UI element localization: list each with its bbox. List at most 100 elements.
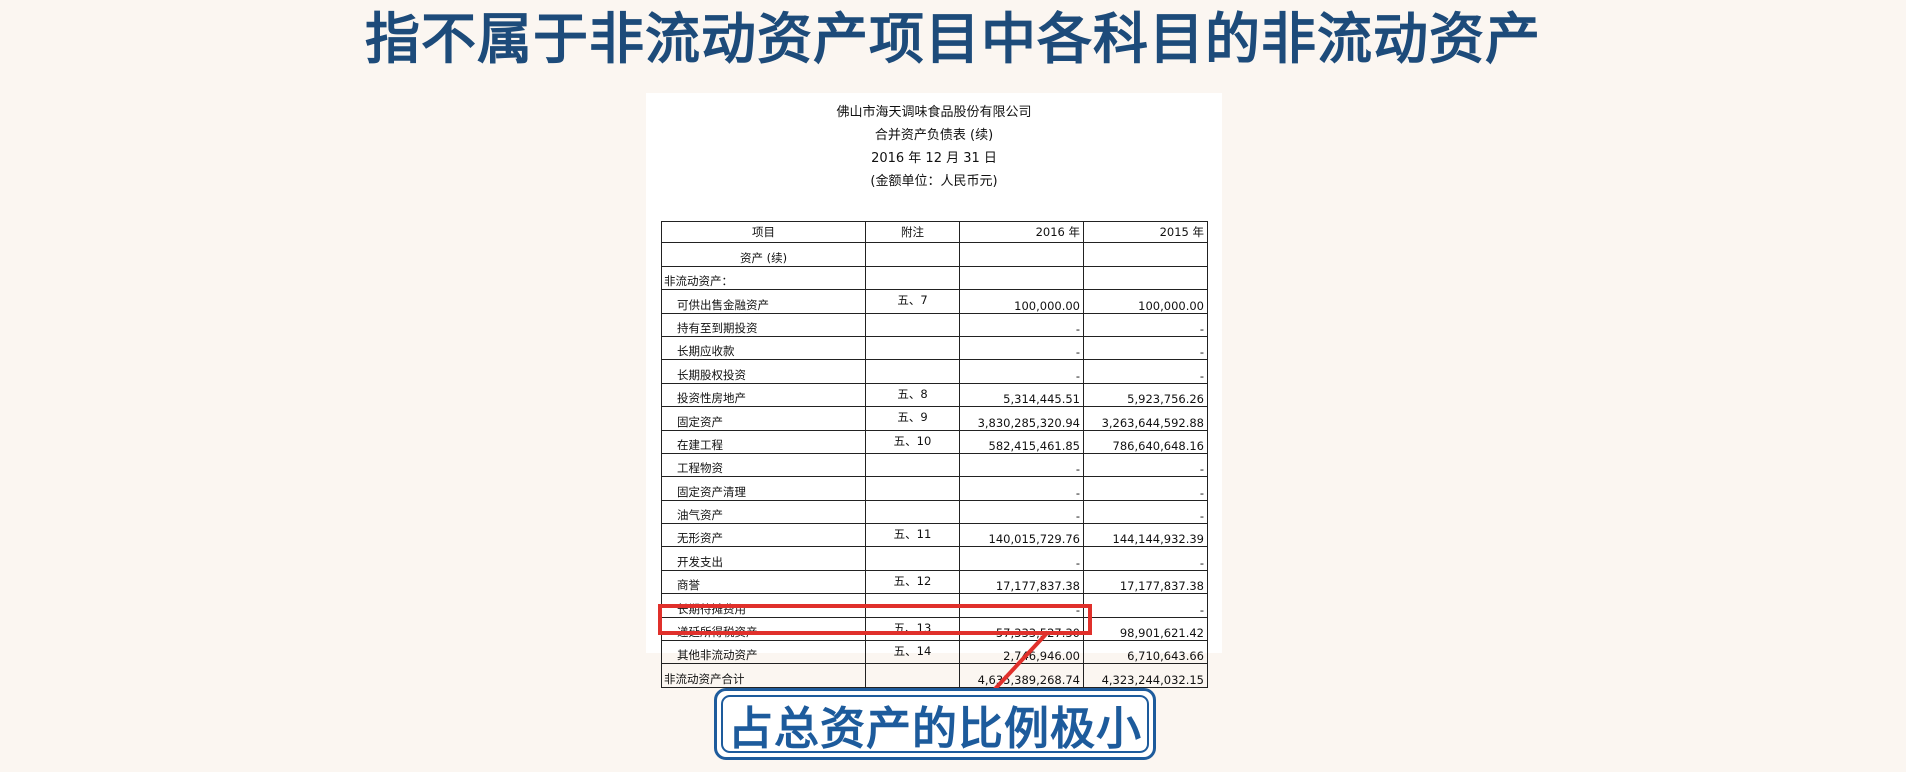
row-label: 非流动资产合计	[661, 663, 866, 688]
callout-box: 占总资产的比例极小	[714, 688, 1156, 760]
table-row: 持有至到期投资 - -	[661, 312, 1208, 337]
table-header-row: 项目 附注 2016 年 2015 年	[661, 220, 1208, 244]
row-value-2015: 17,177,837.38	[1083, 569, 1208, 595]
statement-title: 合并资产负债表 (续)	[874, 128, 994, 143]
row-note	[865, 265, 960, 291]
header-note: 附注	[865, 220, 960, 244]
row-value-2016: -	[959, 335, 1084, 361]
row-note	[865, 499, 960, 525]
table-row: 可供出售金融资产 五、7 100,000.00 100,000.00	[661, 289, 1208, 314]
row-label: 在建工程	[661, 429, 866, 454]
row-value-2016: 3,830,285,320.94	[959, 406, 1084, 431]
row-value-2016: 4,635,389,268.74	[959, 663, 1084, 688]
row-value-2016: -	[959, 476, 1084, 501]
row-value-2015: 786,640,648.16	[1083, 429, 1208, 454]
table-row: 商誉 五、12 17,177,837.38 17,177,837.38	[661, 569, 1208, 595]
row-value-2016	[959, 265, 1084, 291]
table-row: 其他非流动资产 五、14 2,746,946.00 6,710,643.66	[661, 640, 1208, 665]
table-row: 长期股权投资 - -	[661, 359, 1208, 384]
row-value-2016: -	[959, 499, 1084, 525]
row-label: 商誉	[661, 569, 866, 595]
row-label: 油气资产	[661, 499, 866, 525]
row-value-2015	[1083, 242, 1208, 267]
row-note	[865, 312, 960, 337]
row-label: 长期应收款	[661, 335, 866, 361]
slide-title: 指不属于非流动资产项目中各科目的非流动资产	[364, 7, 1541, 71]
row-value-2015: -	[1083, 335, 1208, 361]
table-row: 工程物资 - -	[661, 452, 1208, 478]
table-row: 固定资产 五、9 3,830,285,320.94 3,263,644,592.88	[661, 406, 1208, 431]
table-row: 油气资产 - -	[661, 499, 1208, 525]
row-label: 无形资产	[661, 523, 866, 548]
row-label: 固定资产	[661, 406, 866, 431]
statement-date: 2016 年 12 月 31 日	[871, 151, 997, 166]
callout-text: 占总资产的比例极小	[727, 701, 1142, 755]
table-row: 长期应收款 - -	[661, 335, 1208, 361]
table-row: 无形资产 五、11 140,015,729.76 144,144,932.39	[661, 523, 1208, 548]
row-value-2015: -	[1083, 546, 1208, 571]
row-value-2015: -	[1083, 452, 1208, 478]
row-note	[865, 452, 960, 478]
row-note: 五、10	[865, 429, 960, 454]
row-value-2016: -	[959, 546, 1084, 571]
row-note: 五、8	[865, 382, 960, 408]
header-item: 项目	[661, 220, 866, 244]
row-label: 非流动资产：	[661, 265, 866, 291]
row-label: 资产 (续)	[661, 242, 866, 267]
row-label: 可供出售金融资产	[661, 289, 866, 314]
highlight-box	[658, 604, 1092, 635]
header-2015: 2015 年	[1083, 220, 1208, 244]
row-value-2016: 5,314,445.51	[959, 382, 1084, 408]
row-value-2015: 144,144,932.39	[1083, 523, 1208, 548]
row-value-2016	[959, 242, 1084, 267]
balance-sheet-document: 佛山市海天调味食品股份有限公司 合并资产负债表 (续) 2016 年 12 月 …	[646, 93, 1222, 688]
row-note	[865, 242, 960, 267]
row-value-2015: -	[1083, 359, 1208, 384]
row-label: 长期股权投资	[661, 359, 866, 384]
row-value-2015: -	[1083, 593, 1208, 618]
row-value-2015: 98,901,621.42	[1083, 616, 1208, 642]
row-value-2016: 17,177,837.38	[959, 569, 1084, 595]
row-value-2016: -	[959, 452, 1084, 478]
row-value-2015: 3,263,644,592.88	[1083, 406, 1208, 431]
row-value-2016: -	[959, 312, 1084, 337]
row-value-2015: -	[1083, 312, 1208, 337]
table-row: 在建工程 五、10 582,415,461.85 786,640,648.16	[661, 429, 1208, 454]
row-label: 投资性房地产	[661, 382, 866, 408]
table-row: 固定资产清理 - -	[661, 476, 1208, 501]
row-value-2015: 6,710,643.66	[1083, 640, 1208, 665]
row-note: 五、11	[865, 523, 960, 548]
row-value-2016: 582,415,461.85	[959, 429, 1084, 454]
row-label: 持有至到期投资	[661, 312, 866, 337]
row-note	[865, 663, 960, 688]
row-note: 五、7	[865, 289, 960, 314]
row-note	[865, 476, 960, 501]
row-value-2015	[1083, 265, 1208, 291]
row-note	[865, 359, 960, 384]
row-value-2015: -	[1083, 499, 1208, 525]
header-2016: 2016 年	[959, 220, 1084, 244]
row-note: 五、9	[865, 406, 960, 431]
row-value-2015: -	[1083, 476, 1208, 501]
row-note: 五、12	[865, 569, 960, 595]
table-row: 开发支出 - -	[661, 546, 1208, 571]
table-row: 非流动资产合计 4,635,389,268.74 4,323,244,032.15	[661, 663, 1208, 688]
currency-unit: (金额单位：人民币元)	[870, 174, 998, 189]
row-value-2015: 4,323,244,032.15	[1083, 663, 1208, 688]
table-row: 资产 (续)	[661, 242, 1208, 267]
row-note: 五、14	[865, 640, 960, 665]
row-label: 工程物资	[661, 452, 866, 478]
table-row: 非流动资产：	[661, 265, 1208, 291]
row-value-2016: 140,015,729.76	[959, 523, 1084, 548]
row-label: 开发支出	[661, 546, 866, 571]
row-value-2015: 100,000.00	[1083, 289, 1208, 314]
row-value-2016: 2,746,946.00	[959, 640, 1084, 665]
company-name: 佛山市海天调味食品股份有限公司	[836, 105, 1032, 120]
table-row: 投资性房地产 五、8 5,314,445.51 5,923,756.26	[661, 382, 1208, 408]
row-value-2016: 100,000.00	[959, 289, 1084, 314]
row-value-2015: 5,923,756.26	[1083, 382, 1208, 408]
row-label: 其他非流动资产	[661, 640, 866, 665]
row-note	[865, 335, 960, 361]
row-label: 固定资产清理	[661, 476, 866, 501]
row-note	[865, 546, 960, 571]
